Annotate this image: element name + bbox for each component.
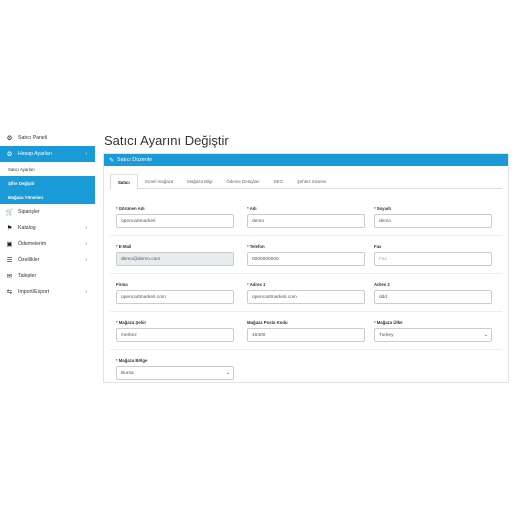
sidebar-item-account-settings[interactable]: ⚙ Hesap Ayarları ›: [0, 146, 95, 162]
exchange-icon: ⇆: [6, 289, 13, 296]
tab-bar: Satıcı Genel mağaza Mağaza Bilgi Ödeme D…: [110, 174, 502, 190]
first-name-input[interactable]: demo: [247, 214, 365, 228]
phone-input[interactable]: 0000000000: [247, 252, 365, 266]
country-select[interactable]: Turkey ⌄: [374, 328, 492, 342]
sidebar-item-features[interactable]: ☰ Özellikler ›: [0, 252, 95, 268]
sidebar-subitem-seller-settings[interactable]: Satıcı Ayarları: [0, 162, 95, 176]
divider: [110, 311, 502, 312]
tab-seller[interactable]: Satıcı: [110, 174, 138, 190]
sidebar-item-payments[interactable]: ▣ Ödemelerim ›: [0, 236, 95, 252]
envelope-icon: ✉: [6, 273, 13, 280]
divider: [110, 349, 502, 350]
sidebar-item-import-export[interactable]: ⇆ Import/Export ›: [0, 284, 95, 300]
tab-payment-details[interactable]: Ödeme Detayları: [219, 174, 266, 189]
sidebar-item-requests[interactable]: ✉ Talepler: [0, 268, 95, 284]
form-row: Firma opencartmarketi.com *Adres 1 openc…: [110, 282, 502, 312]
form-row: *Görünen Adı opencartmarketi *Adı demo *…: [110, 206, 502, 236]
city-input[interactable]: merkez: [116, 328, 234, 342]
tag-icon: ⚑: [6, 225, 13, 232]
chevron-right-icon: ›: [85, 257, 87, 263]
tab-general-store[interactable]: Genel mağaza: [138, 174, 181, 189]
tab-seo[interactable]: SEO: [267, 174, 290, 189]
postcode-input[interactable]: 16400: [247, 328, 365, 342]
company-field: Firma opencartmarketi.com: [116, 282, 234, 304]
address2-input[interactable]: ddd: [374, 290, 492, 304]
chevron-right-icon: ›: [85, 241, 87, 247]
cart-icon: 🛒: [5, 209, 14, 216]
dashboard-icon: ⚙: [6, 135, 13, 142]
address1-field: *Adres 1 opencartmarketi.com: [247, 282, 365, 304]
last-name-input[interactable]: demo: [374, 214, 492, 228]
chevron-right-icon: ›: [85, 289, 87, 295]
form-row: *E-Mail demo@demo.com *Telefon 000000000…: [110, 244, 502, 274]
pencil-icon: ✎: [109, 157, 115, 164]
company-input[interactable]: opencartmarketi.com: [116, 290, 234, 304]
fax-input[interactable]: Fax: [374, 252, 492, 266]
address1-input[interactable]: opencartmarketi.com: [247, 290, 365, 304]
chevron-down-icon: ⌄: [483, 332, 488, 338]
display-name-input[interactable]: opencartmarketi: [116, 214, 234, 228]
region-field: *Mağaza Bölge Bursa ⌄: [116, 358, 234, 380]
city-field: *Mağaza Şehir merkez: [116, 320, 234, 342]
region-select[interactable]: Bursa ⌄: [116, 366, 234, 380]
panel-header: ✎ Satıcı Düzenle: [104, 154, 508, 166]
country-field: *Mağaza Ülke Turkey ⌄: [374, 320, 492, 342]
divider: [110, 235, 502, 236]
chevron-right-icon: ›: [85, 225, 87, 231]
fax-field: Fax Fax: [374, 244, 492, 266]
list-icon: ☰: [6, 257, 13, 264]
page-title: Satıcı Ayarını Değiştir: [104, 133, 229, 148]
display-name-field: *Görünen Adı opencartmarketi: [116, 206, 234, 228]
sidebar-subitem-store-management[interactable]: Mağaza Yönetimi: [0, 190, 95, 204]
email-field: *E-Mail demo@demo.com: [116, 244, 234, 266]
address2-field: Adres 2 ddd: [374, 282, 492, 304]
divider: [110, 273, 502, 274]
sidebar-item-dashboard[interactable]: ⚙ Satıcı Paneli: [0, 130, 95, 146]
first-name-field: *Adı demo: [247, 206, 365, 228]
chevron-right-icon: ›: [85, 151, 87, 157]
tab-shipping-system[interactable]: Şehtez Sistemi: [290, 174, 333, 189]
email-input[interactable]: demo@demo.com: [116, 252, 234, 266]
gear-icon: ⚙: [6, 151, 13, 158]
tab-store-info[interactable]: Mağaza Bilgi: [180, 174, 219, 189]
sidebar-item-orders[interactable]: 🛒 Siparişler: [0, 204, 95, 220]
form-row: *Mağaza Şehir merkez Mağaza Posta Kodu 1…: [110, 320, 502, 350]
sidebar-subitem-change-password[interactable]: Şifre Değiştir: [0, 176, 95, 190]
chevron-down-icon: ⌄: [225, 370, 230, 376]
postcode-field: Mağaza Posta Kodu 16400: [247, 320, 365, 342]
sidebar-item-catalog[interactable]: ⚑ Katalog ›: [0, 220, 95, 236]
form-row: *Mağaza Bölge Bursa ⌄: [110, 358, 502, 382]
sidebar: ⚙ Satıcı Paneli ⚙ Hesap Ayarları › Satıc…: [0, 130, 95, 382]
panel-title: Satıcı Düzenle: [117, 157, 153, 163]
phone-field: *Telefon 0000000000: [247, 244, 365, 266]
credit-card-icon: ▣: [6, 241, 13, 248]
last-name-field: *Soyadı demo: [374, 206, 492, 228]
seller-edit-panel: ✎ Satıcı Düzenle Satıcı Genel mağaza Mağ…: [103, 153, 509, 383]
